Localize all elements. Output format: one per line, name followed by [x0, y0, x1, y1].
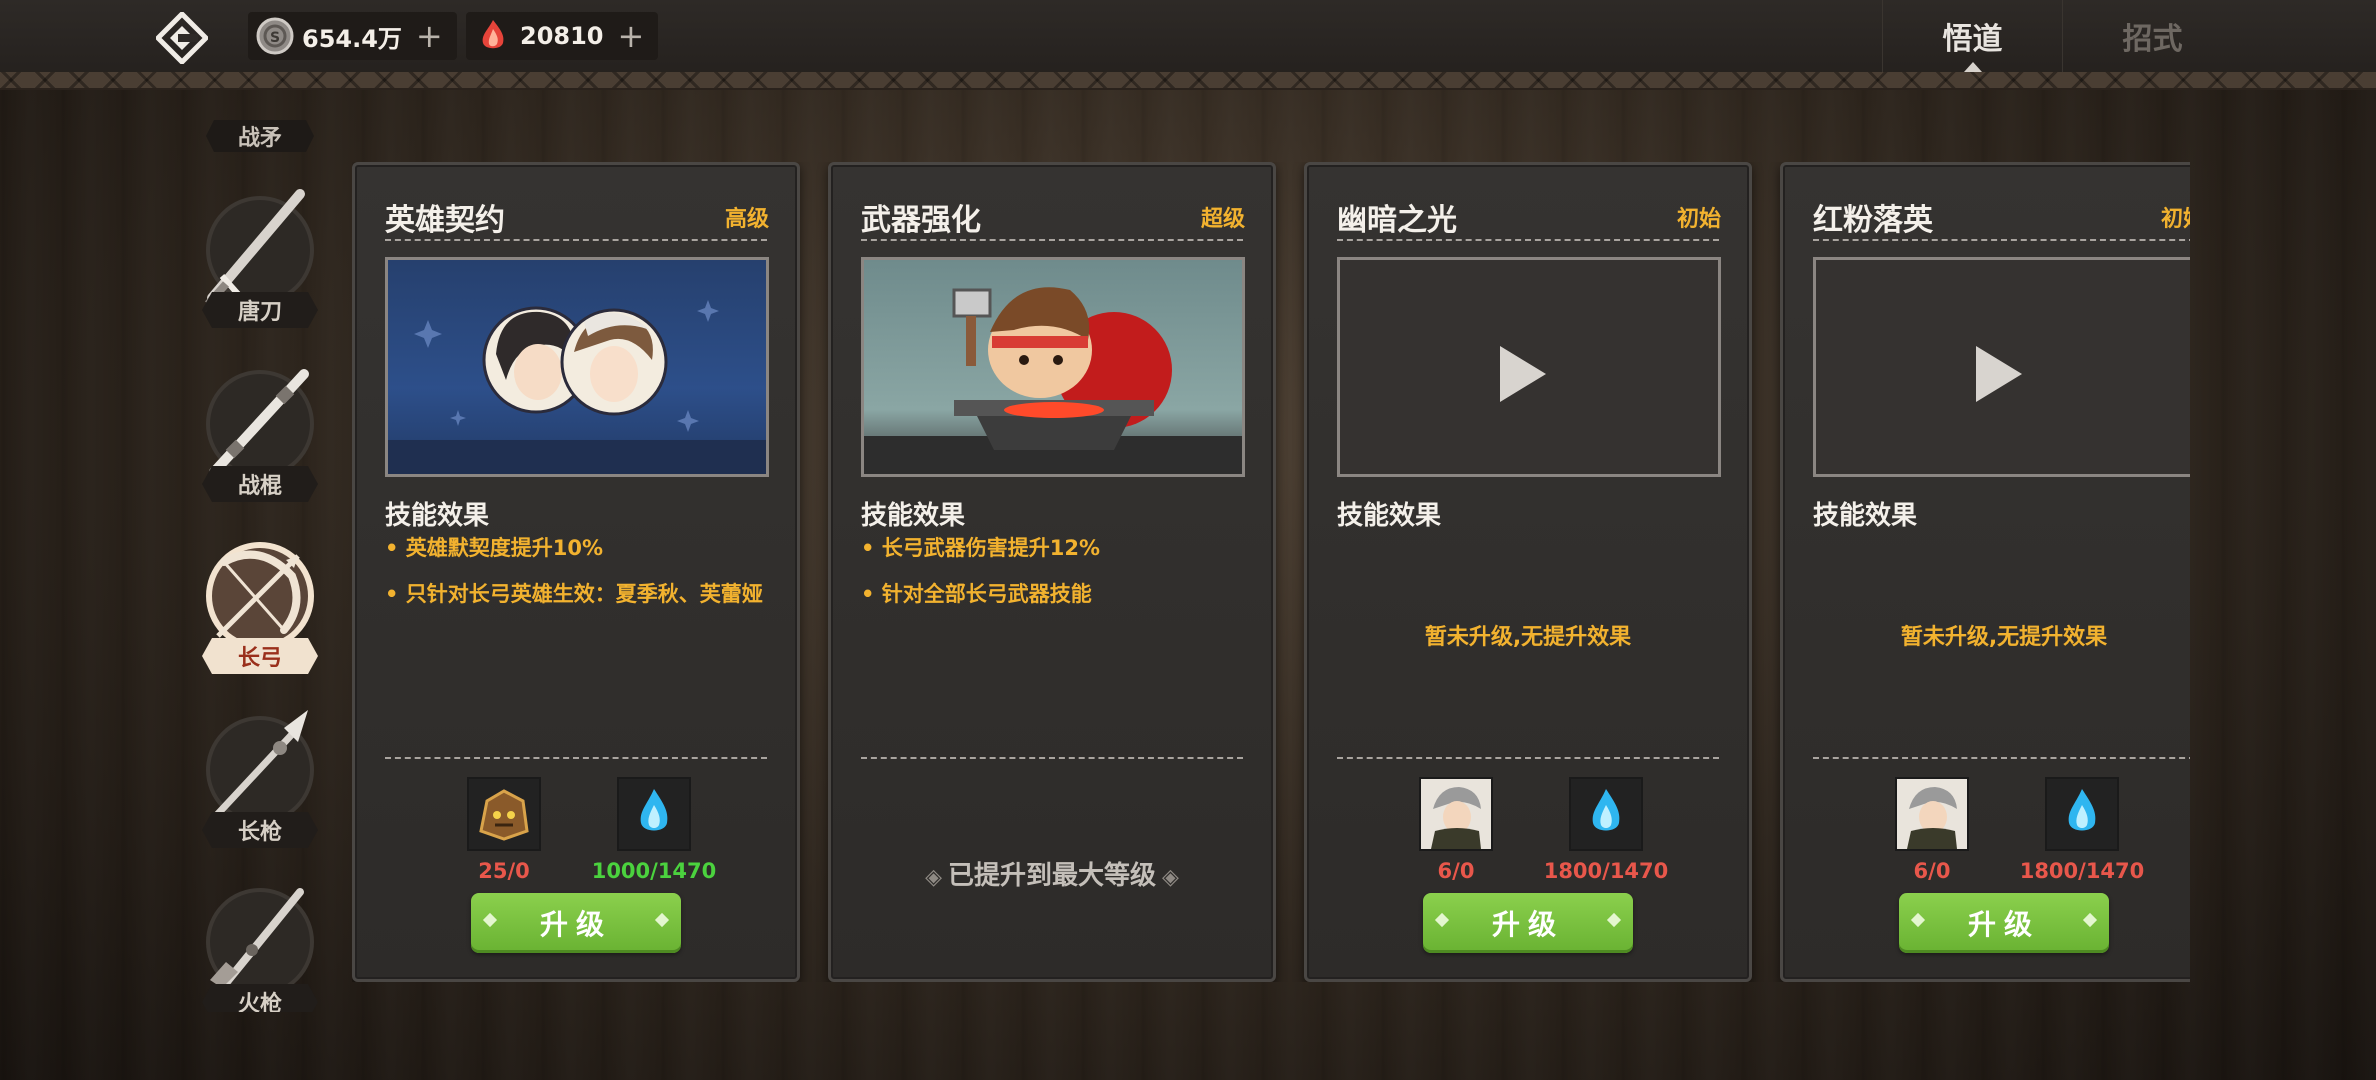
no-effect-text: 暂未升级,无提升效果 [1900, 625, 2108, 650]
divider [385, 239, 767, 241]
upgrade-button[interactable]: 升级 [471, 893, 681, 953]
divider [1337, 239, 1719, 241]
effect-bullet: • 英雄默契度提升10% [385, 536, 603, 560]
silver-amount: 654.4万 [302, 24, 402, 53]
decorative-trim [0, 72, 2376, 90]
material-count: 1000/1470 [591, 859, 717, 883]
divider [1813, 239, 2190, 241]
card-title: 武器强化 [861, 203, 981, 238]
weapon-sidebar[interactable]: 战矛 唐刀 战棍 长弓 长枪 火枪 [190, 100, 330, 1012]
material-slot[interactable]: 6/0 [1401, 777, 1511, 887]
sidebar-item-spear-category[interactable]: 战矛 [206, 120, 314, 152]
tab-wudao[interactable]: 悟道 [1882, 0, 2062, 72]
diamond-ornament-icon: ◈ [925, 865, 942, 890]
top-tabs: 悟道 招式 [1882, 0, 2242, 72]
upgrade-button[interactable]: 升级 [1899, 893, 2109, 953]
back-logo-icon[interactable] [156, 12, 208, 64]
material-slot[interactable]: 6/0 [1877, 777, 1987, 887]
card-grade: 超级 [1200, 207, 1245, 232]
hero-avatar-icon [1895, 777, 1969, 851]
weapon-label: 唐刀 [202, 292, 318, 328]
sidebar-item-tangdao[interactable]: 唐刀 [202, 189, 318, 346]
material-slot[interactable]: 1800/1470 [1544, 777, 1668, 887]
skill-card-dark-light: 幽暗之光 初始 技能效果 暂未升级,无提升效果 6/0 1800/1470 升级 [1304, 162, 1752, 982]
sidebar-item-zhangun[interactable]: 战棍 [202, 369, 318, 520]
material-count: 6/0 [1913, 859, 1951, 883]
effect-title: 技能效果 [1813, 501, 1918, 531]
hero-portraits-image [385, 257, 769, 477]
upgrade-materials: 6/0 1800/1470 [1783, 777, 2190, 887]
sidebar-item-changgong[interactable]: 长弓 [202, 542, 318, 692]
weapon-label: 战棍 [202, 466, 318, 502]
skill-card-red-petals: 红粉落英 初始 技能效果 暂未升级,无提升效果 6/0 1800/1470 [1780, 162, 2190, 982]
card-grade: 高级 [724, 207, 769, 232]
upgrade-materials: 25/0 1000/1470 [355, 777, 797, 887]
silver-coin-icon: S [256, 17, 294, 55]
material-count: 1800/1470 [2019, 859, 2145, 883]
top-bar: S 654.4万 + 20810 + 悟道 招式 [0, 0, 2376, 76]
card-title: 英雄契约 [385, 203, 505, 238]
effect-title: 技能效果 [1337, 501, 1442, 531]
material-count: 1800/1470 [1543, 859, 1669, 883]
effect-bullet: • 针对全部长弓武器技能 [861, 582, 1092, 606]
play-icon[interactable] [1816, 260, 2190, 474]
material-slot[interactable]: 1000/1470 [592, 777, 716, 887]
divider [861, 757, 1243, 759]
max-level-notice: ◈ 已提升到最大等级 ◈ [831, 855, 1273, 892]
effect-bullet: • 长弓武器伤害提升12% [861, 536, 1100, 560]
card-title: 幽暗之光 [1337, 203, 1457, 238]
crystal-amount: 20810 [520, 22, 604, 50]
max-level-text: 已提升到最大等级 [947, 861, 1156, 891]
svg-text:S: S [270, 30, 280, 46]
sidebar-item-changqiang[interactable]: 长枪 [202, 710, 318, 866]
rock-golem-icon [467, 777, 541, 851]
divider [1337, 757, 1719, 759]
add-silver-button[interactable]: + [416, 20, 443, 52]
play-icon[interactable] [1340, 260, 1718, 474]
skill-card-weapon-enhance: 武器强化 超级 技能效果 • 长弓武器伤害提升12% • 针对全部长弓武器技能 [828, 162, 1276, 982]
blue-flame-icon [617, 777, 691, 851]
tab-zhaoshi[interactable]: 招式 [2062, 0, 2242, 72]
red-crystal-icon [474, 17, 512, 55]
crystal-currency: 20810 + [466, 12, 659, 60]
video-placeholder[interactable] [1813, 257, 2190, 477]
weapon-label: 火枪 [202, 984, 318, 1012]
card-title: 红粉落英 [1813, 203, 1933, 238]
blue-flame-icon [2045, 777, 2119, 851]
video-placeholder[interactable] [1337, 257, 1721, 477]
divider [1813, 757, 2190, 759]
diamond-ornament-icon: ◈ [1162, 865, 1179, 890]
add-crystal-button[interactable]: + [618, 20, 645, 52]
upgrade-button[interactable]: 升级 [1423, 893, 1633, 953]
card-grade: 初始 [1676, 207, 1721, 232]
blacksmith-image [861, 257, 1245, 477]
sidebar-item-huoqiang[interactable]: 火枪 [202, 888, 318, 1012]
blue-flame-icon [1569, 777, 1643, 851]
material-count: 25/0 [478, 859, 530, 883]
hero-avatar-icon [1419, 777, 1493, 851]
effect-bullet: • 只针对长弓英雄生效：夏季秋、芙蕾娅 [385, 582, 763, 606]
divider [385, 757, 767, 759]
weapon-label: 长弓 [202, 638, 318, 674]
skill-cards-scroller[interactable]: 英雄契约 高级 技能效果 • 英雄默契度提升10% • 只针对长弓英雄生效：夏季… [352, 162, 2190, 982]
skill-card-hero-contract: 英雄契约 高级 技能效果 • 英雄默契度提升10% • 只针对长弓英雄生效：夏季… [352, 162, 800, 982]
divider [861, 239, 1243, 241]
weapon-label: 长枪 [202, 812, 318, 848]
material-slot[interactable]: 25/0 [449, 777, 559, 887]
silver-currency: S 654.4万 + [248, 12, 457, 60]
no-effect-text: 暂未升级,无提升效果 [1424, 625, 1632, 650]
material-slot[interactable]: 1800/1470 [2020, 777, 2144, 887]
material-count: 6/0 [1437, 859, 1475, 883]
upgrade-materials: 6/0 1800/1470 [1307, 777, 1749, 887]
card-grade: 初始 [2160, 207, 2190, 232]
